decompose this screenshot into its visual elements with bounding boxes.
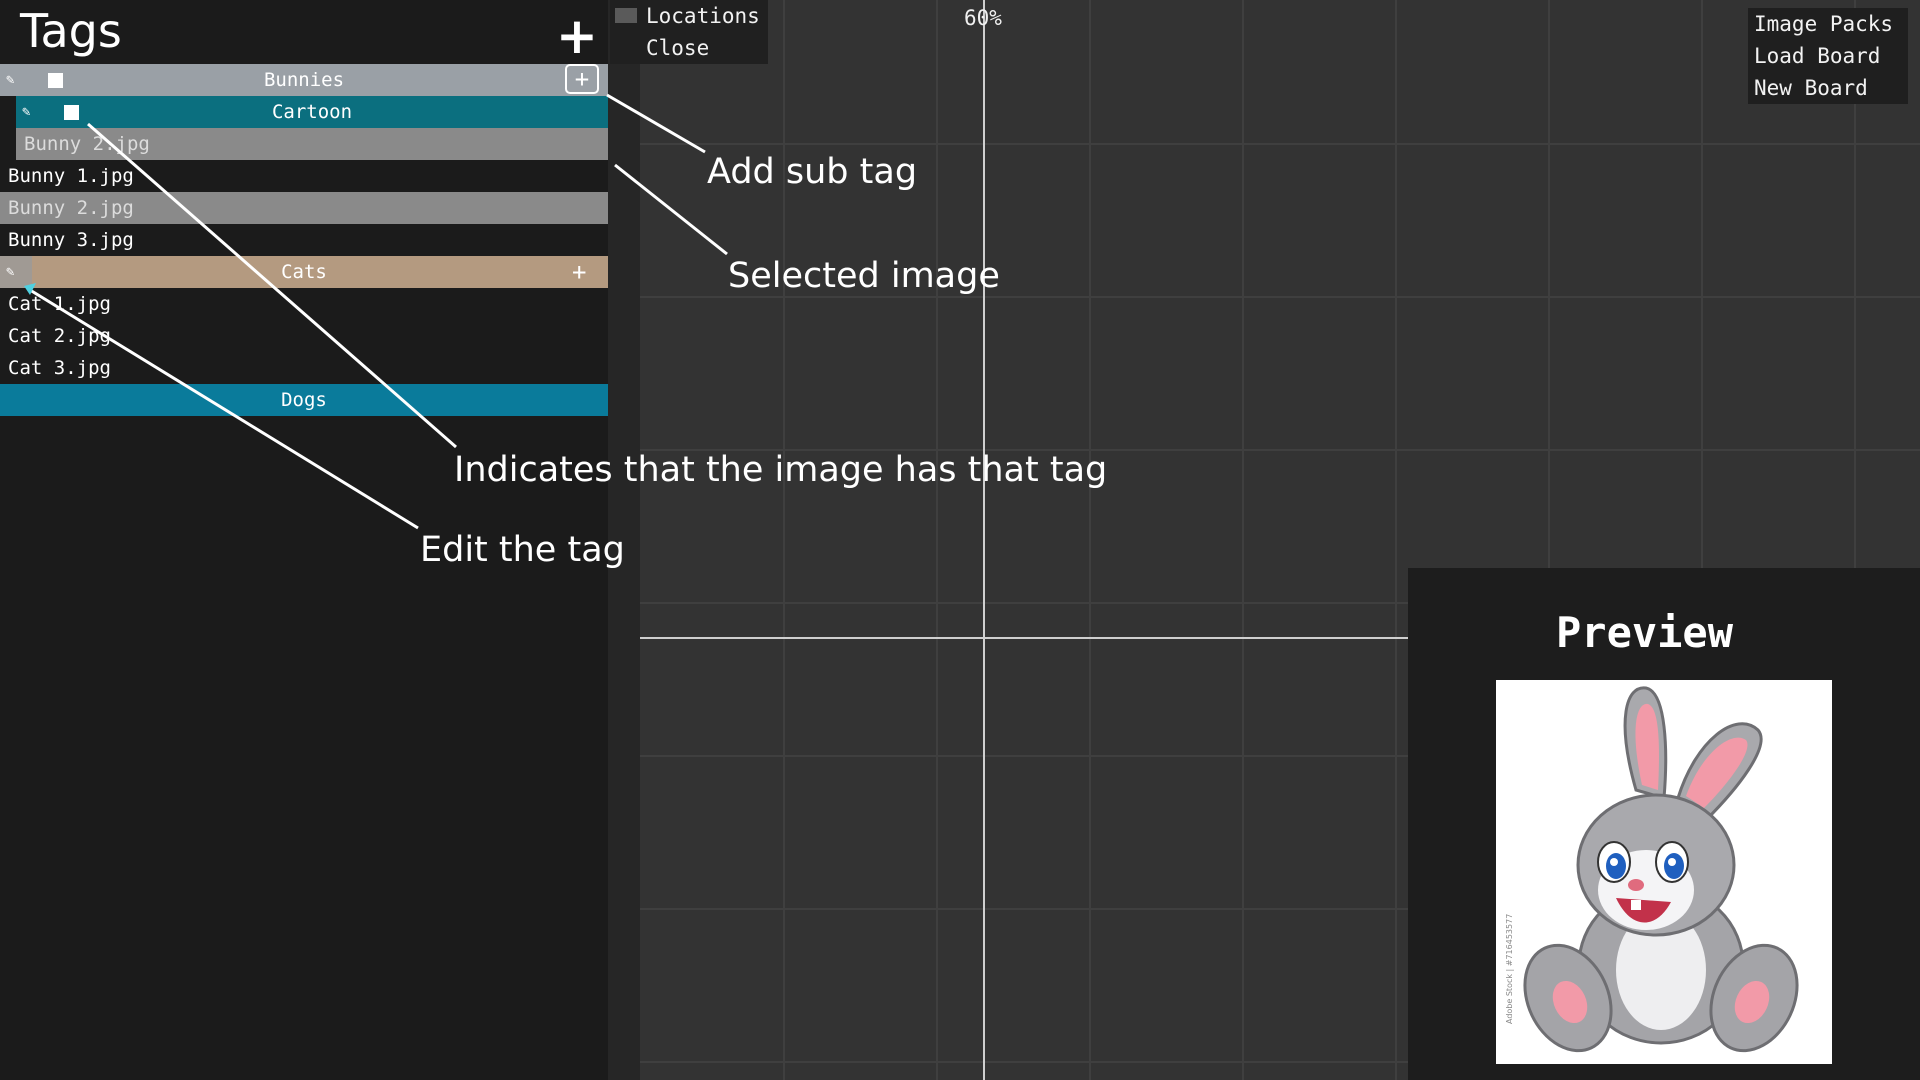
add-sub-tag-button[interactable]: + bbox=[572, 256, 586, 288]
tag-label: Dogs bbox=[281, 389, 327, 411]
menu-item-close[interactable]: Close bbox=[646, 36, 709, 60]
menu-item-load-board[interactable]: Load Board bbox=[1754, 44, 1880, 68]
panel-title: Tags bbox=[20, 4, 122, 58]
file-name: Bunny 1.jpg bbox=[8, 165, 134, 187]
tag-label: Cartoon bbox=[271, 101, 353, 123]
file-row[interactable]: Bunny 3.jpg bbox=[0, 224, 608, 256]
preview-title: Preview bbox=[1556, 608, 1734, 657]
tag-label: Cats bbox=[281, 261, 327, 283]
menu-item-locations[interactable]: Locations bbox=[646, 4, 760, 28]
file-row[interactable]: Cat 1.jpg bbox=[0, 288, 608, 320]
file-menu: Locations Close bbox=[610, 0, 768, 64]
zoom-level: 60% bbox=[964, 6, 1002, 30]
preview-panel: Preview Adobe Stock | #716453577 bbox=[1408, 568, 1920, 1080]
file-row[interactable]: Bunny 1.jpg bbox=[0, 160, 608, 192]
watermark-text: Adobe Stock | #716453577 bbox=[1505, 913, 1514, 1024]
plus-icon: + bbox=[556, 7, 598, 65]
annotation-has-tag: Indicates that the image has that tag bbox=[454, 450, 1108, 490]
plus-icon: + bbox=[572, 258, 587, 286]
canvas-horizontal-axis bbox=[640, 637, 1408, 639]
annotation-selected-image: Selected image bbox=[728, 256, 1000, 296]
file-name: Bunny 2.jpg bbox=[24, 133, 150, 155]
menu-swatch bbox=[615, 8, 637, 23]
file-name: Cat 3.jpg bbox=[8, 357, 111, 379]
file-row[interactable]: Cat 3.jpg bbox=[0, 352, 608, 384]
menu-item-new-board[interactable]: New Board bbox=[1754, 76, 1868, 100]
file-name: Bunny 2.jpg bbox=[8, 197, 134, 219]
file-row-selected[interactable]: Bunny 2.jpg bbox=[0, 192, 608, 224]
add-sub-tag-button[interactable]: + bbox=[565, 64, 599, 94]
board-menu: Image Packs Load Board New Board bbox=[1748, 8, 1908, 104]
file-name: Cat 1.jpg bbox=[8, 293, 111, 315]
add-tag-button[interactable]: + bbox=[556, 6, 598, 66]
plus-icon: + bbox=[574, 65, 590, 93]
tag-row-bunnies[interactable]: ✎ Bunnies + bbox=[0, 64, 608, 96]
file-name: Cat 2.jpg bbox=[8, 325, 111, 347]
bunny-illustration bbox=[1523, 686, 1799, 1053]
tag-row-cartoon[interactable]: ✎ Cartoon bbox=[16, 96, 608, 128]
annotation-add-sub-tag: Add sub tag bbox=[707, 152, 918, 192]
file-row-selected[interactable]: Bunny 2.jpg bbox=[16, 128, 608, 160]
file-row[interactable]: Cat 2.jpg bbox=[0, 320, 608, 352]
tag-row-cats[interactable]: ✎ Cats + bbox=[0, 256, 608, 288]
preview-image: Adobe Stock | #716453577 bbox=[1496, 680, 1832, 1064]
menu-item-image-packs[interactable]: Image Packs bbox=[1754, 12, 1893, 36]
tag-label: Bunnies bbox=[263, 69, 345, 91]
file-name: Bunny 3.jpg bbox=[8, 229, 134, 251]
annotation-edit-tag: Edit the tag bbox=[420, 530, 625, 570]
canvas-vertical-axis bbox=[983, 0, 985, 1080]
tag-row-dogs[interactable]: Dogs bbox=[0, 384, 608, 416]
